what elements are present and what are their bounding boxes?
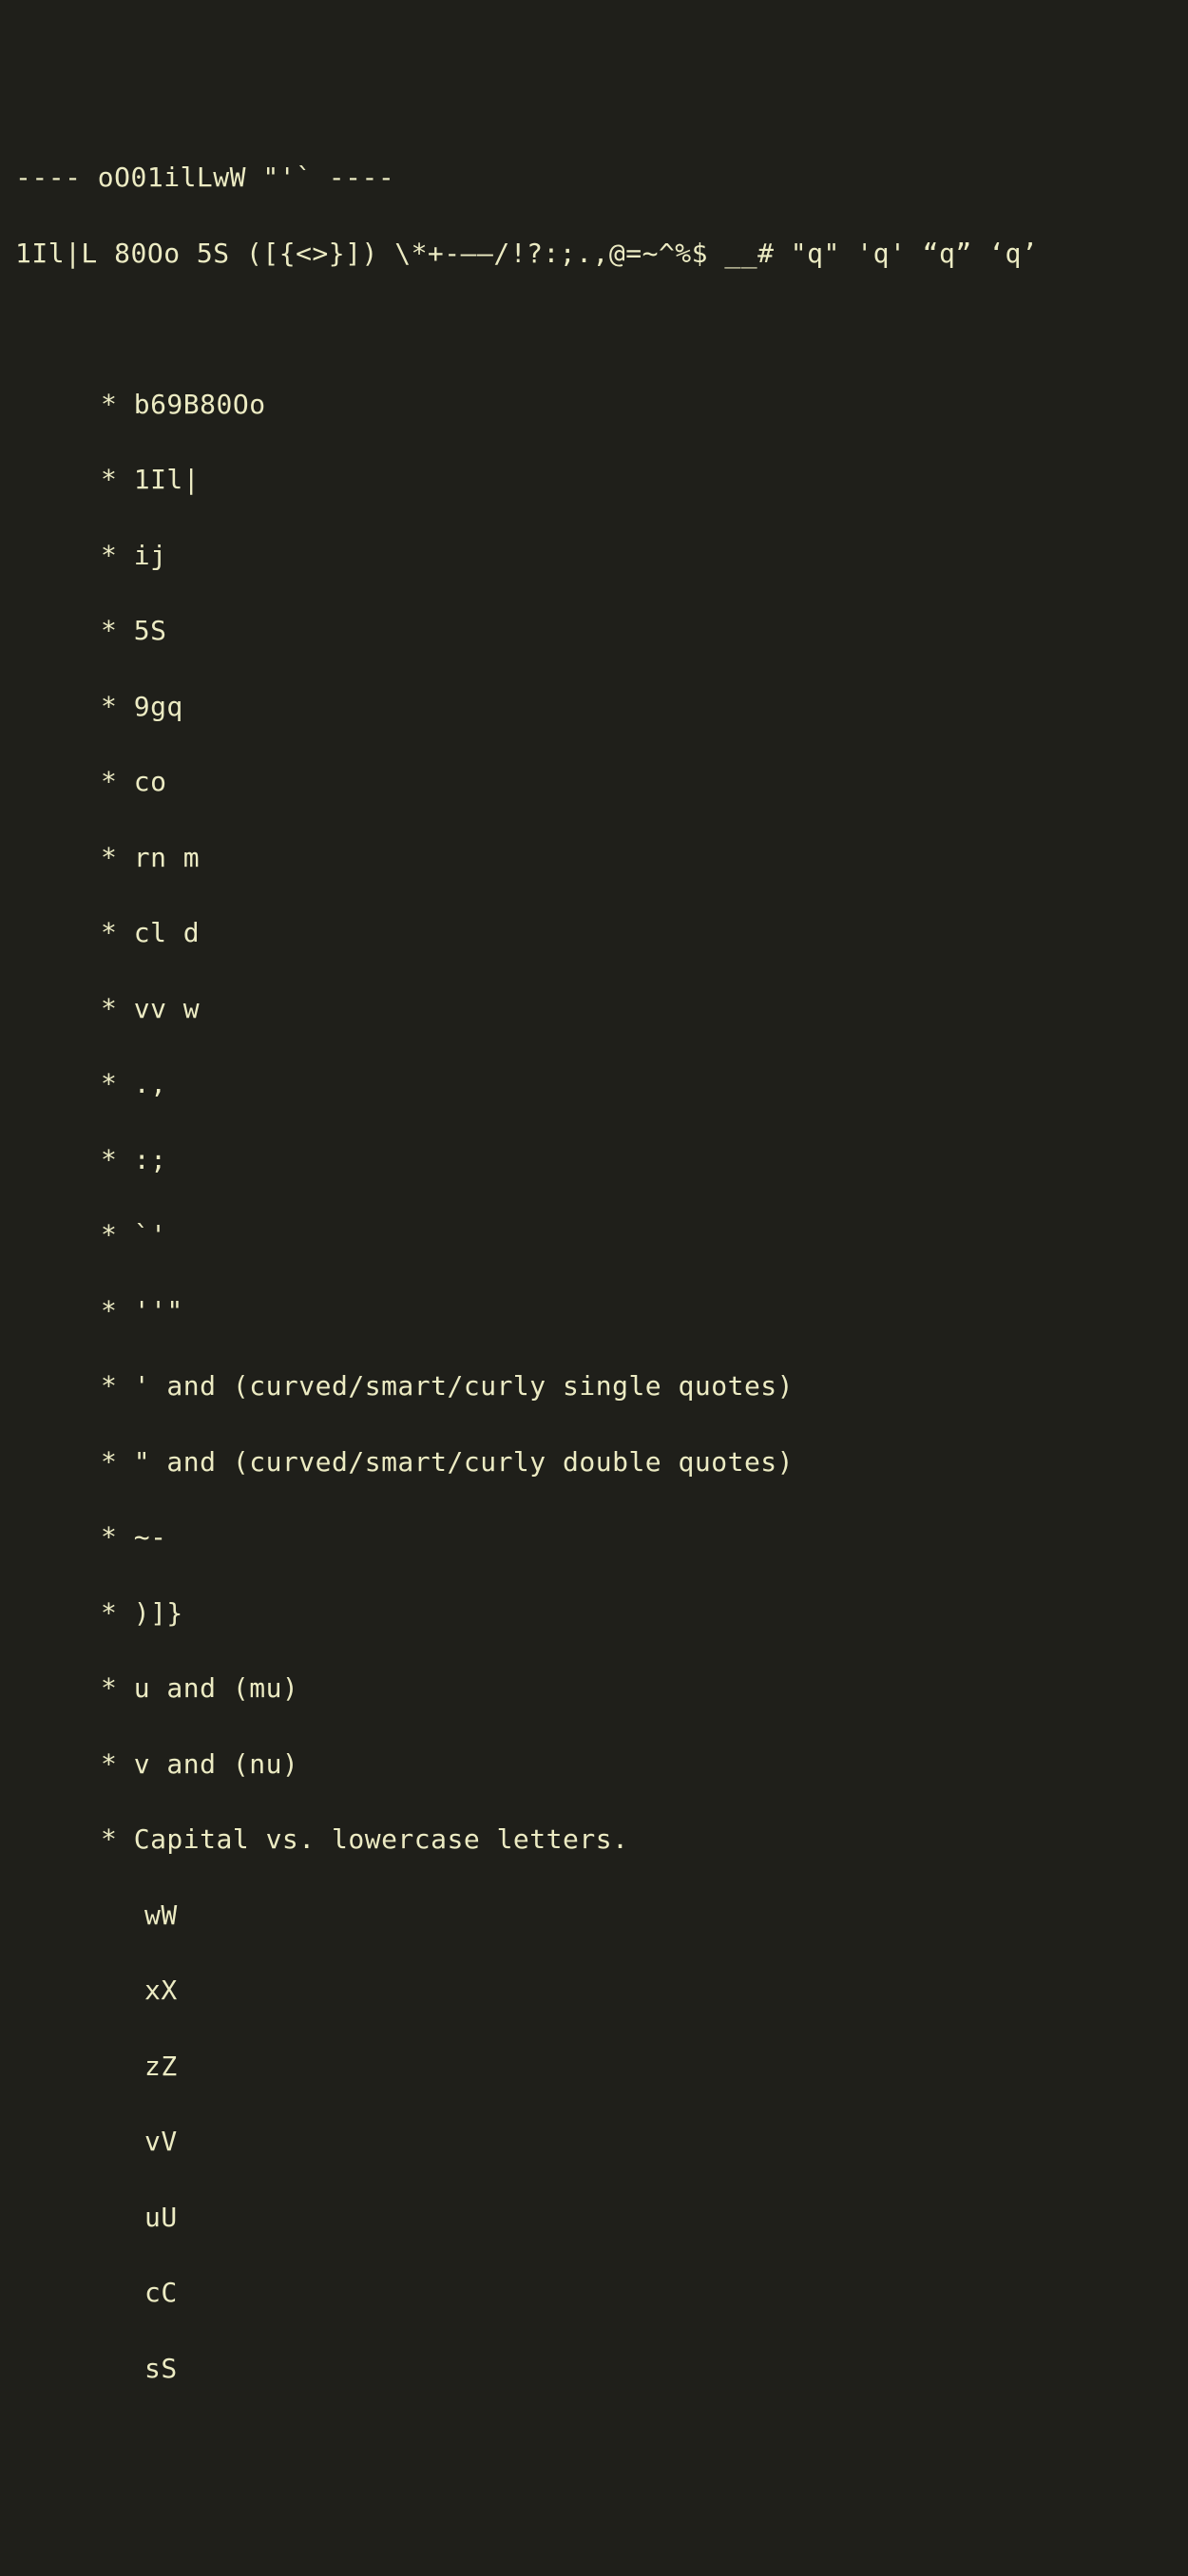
- list-item: * b69B80Oo: [15, 386, 1173, 424]
- header-line-1: ---- oO01ilLwW "'` ----: [15, 159, 1173, 197]
- header-line-2: 1Il|L 80Oo 5S ([{<>}]) \*+-——/!?:;.,@=~^…: [15, 235, 1173, 273]
- list-item: * `': [15, 1216, 1173, 1254]
- blank-line: [15, 310, 1173, 348]
- sub-list-item: cC: [15, 2274, 1173, 2312]
- list-item: * cl d: [15, 914, 1173, 952]
- list-item: * ~-: [15, 1518, 1173, 1556]
- list-item: * 5S: [15, 612, 1173, 650]
- list-item: * v and (nu): [15, 1746, 1173, 1784]
- list-item: * :;: [15, 1141, 1173, 1179]
- list-item: * " and (curved/smart/curly double quote…: [15, 1443, 1173, 1481]
- list-item: * ij: [15, 537, 1173, 575]
- list-item: * 1Il|: [15, 461, 1173, 499]
- sub-list-item: zZ: [15, 2048, 1173, 2086]
- sub-list-item: wW: [15, 1897, 1173, 1935]
- list-item: * ' and (curved/smart/curly single quote…: [15, 1367, 1173, 1405]
- sub-list-item: vV: [15, 2123, 1173, 2161]
- list-item: * 9gq: [15, 688, 1173, 726]
- list-item: * .,: [15, 1065, 1173, 1103]
- list-item: * rn m: [15, 839, 1173, 877]
- list-item: * co: [15, 763, 1173, 801]
- sub-list-item: uU: [15, 2199, 1173, 2237]
- sub-list-item: xX: [15, 1972, 1173, 2010]
- list-item: * u and (mu): [15, 1670, 1173, 1708]
- list-item: * )]}: [15, 1594, 1173, 1632]
- list-item: * vv w: [15, 990, 1173, 1028]
- sub-list-item: sS: [15, 2350, 1173, 2388]
- list-item: * ''": [15, 1292, 1173, 1330]
- list-item: * Capital vs. lowercase letters.: [15, 1821, 1173, 1859]
